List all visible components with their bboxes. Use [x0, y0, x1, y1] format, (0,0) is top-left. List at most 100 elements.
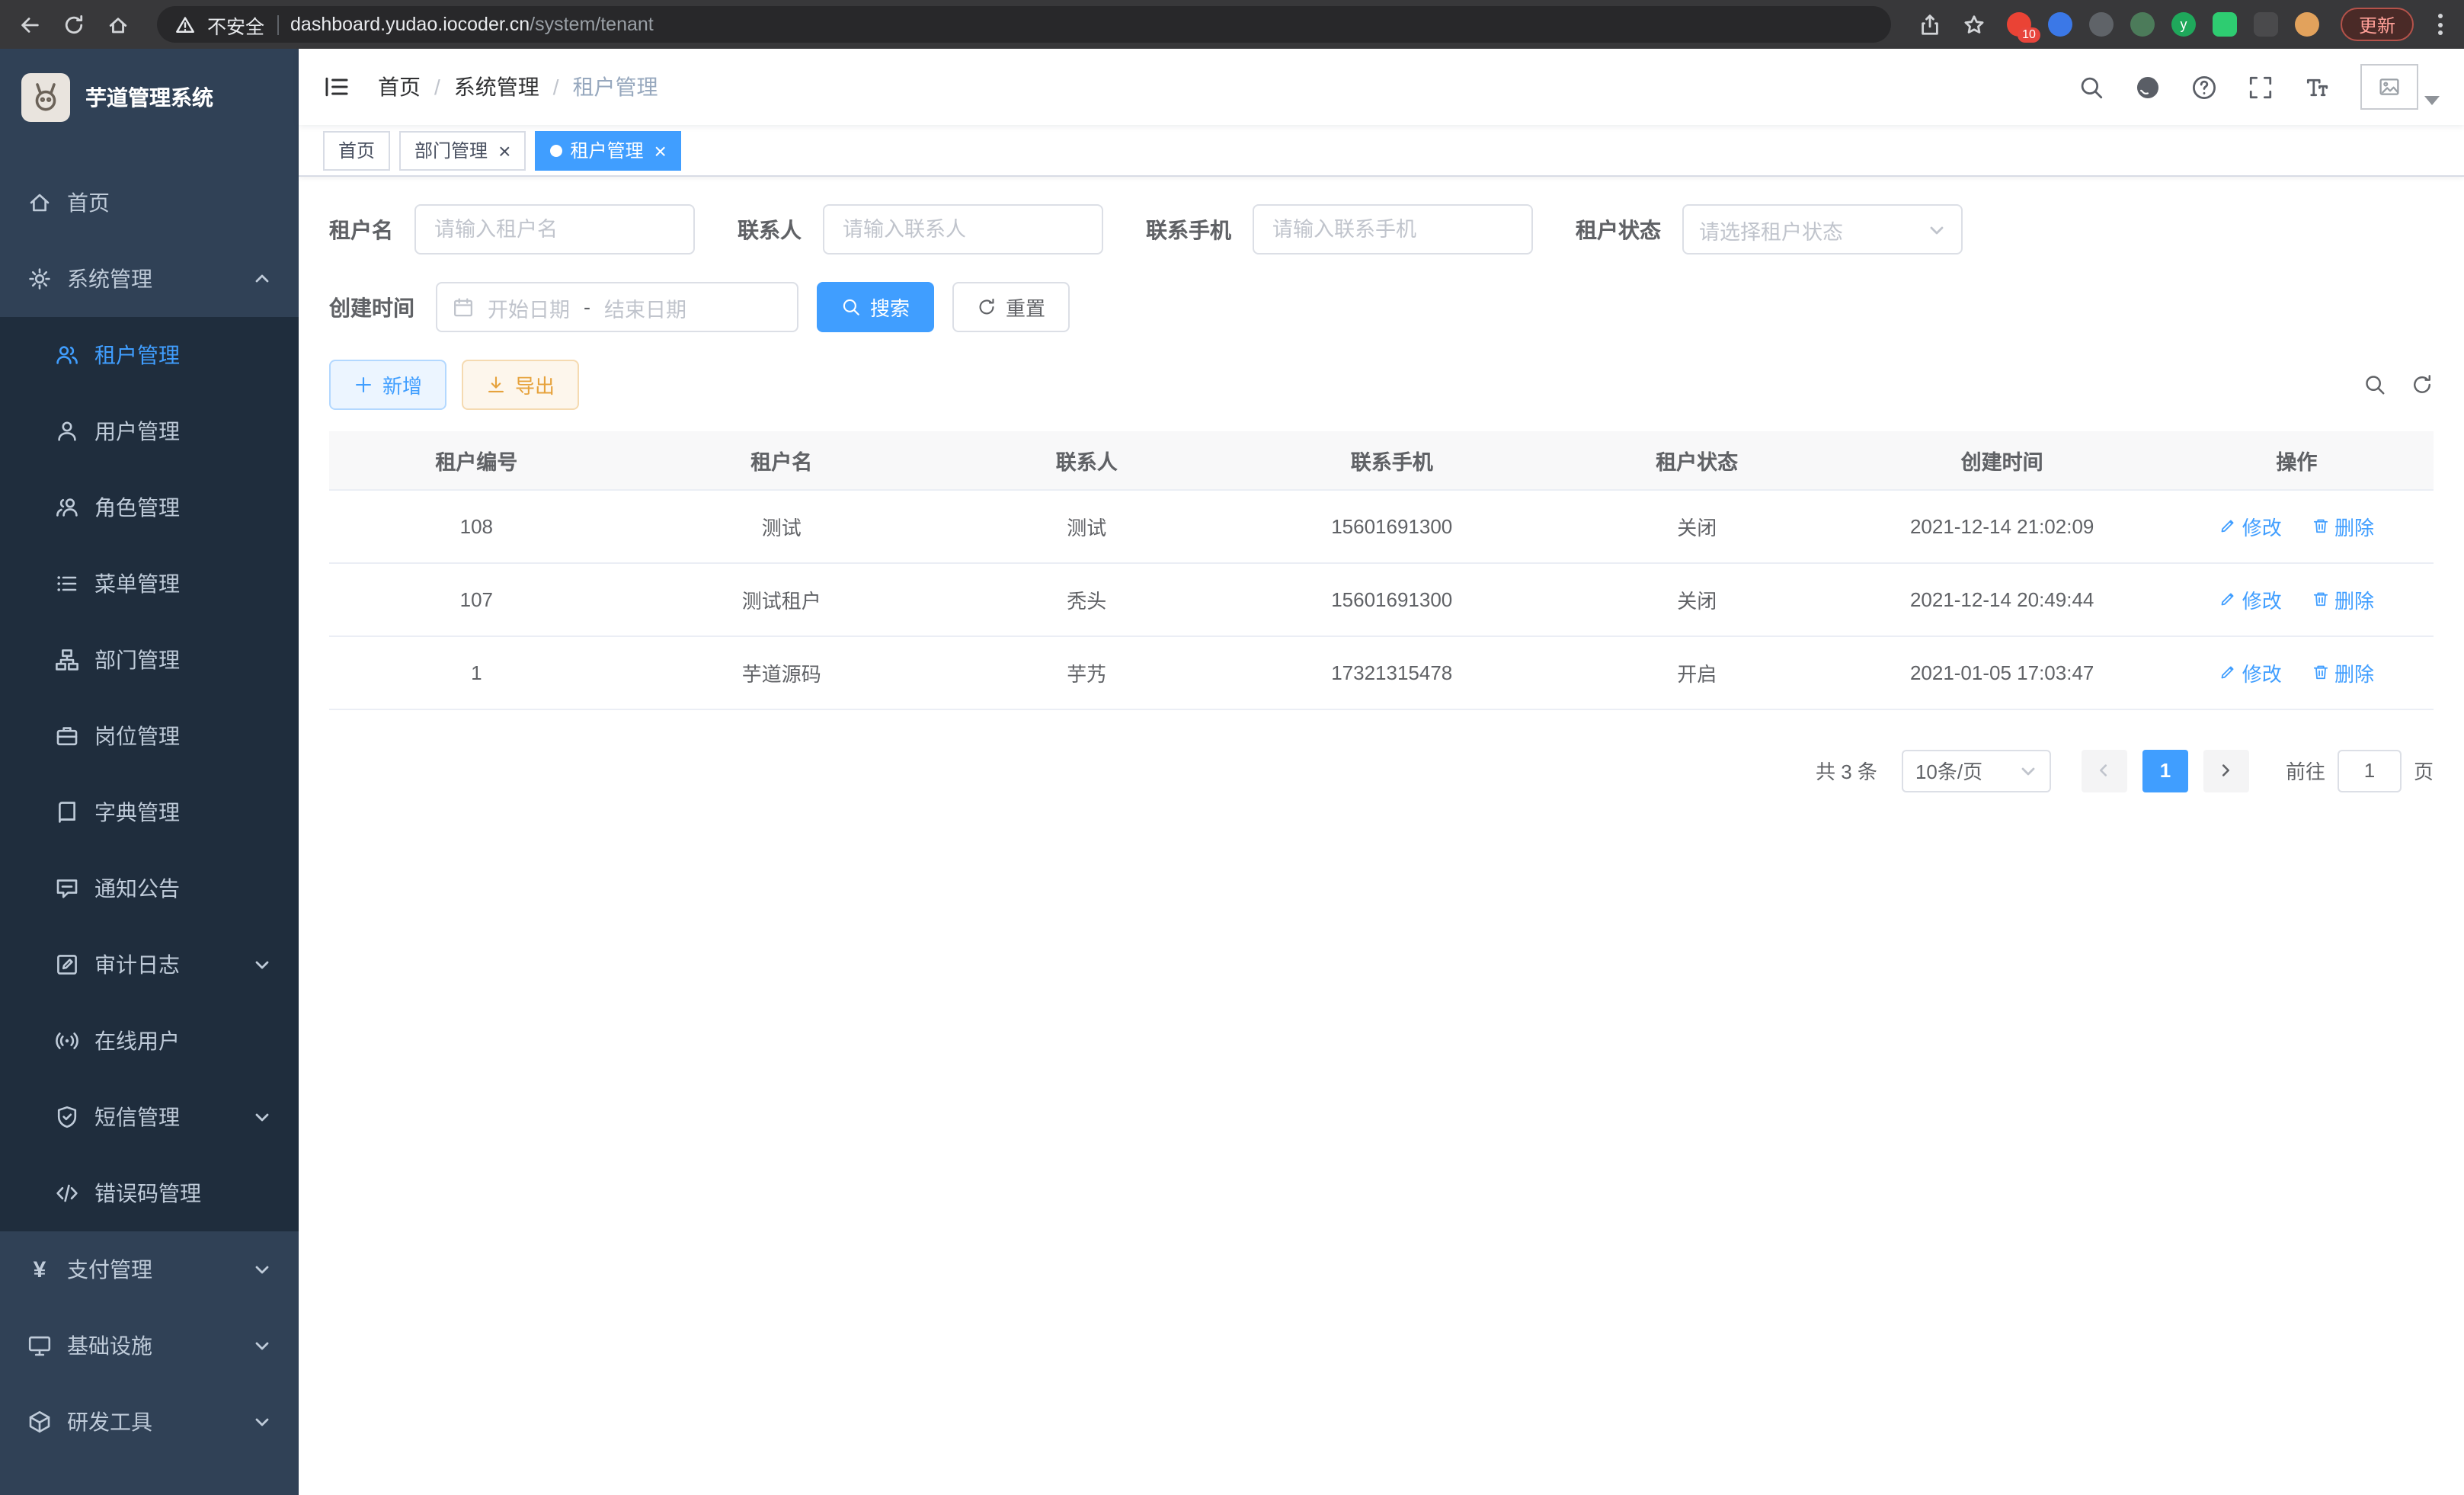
- goto-page-input[interactable]: [2338, 749, 2402, 792]
- tab-home[interactable]: 首页: [323, 130, 390, 170]
- profile-avatar[interactable]: [2295, 12, 2319, 37]
- sidebar-item-dict[interactable]: 字典管理: [0, 774, 299, 850]
- download-icon: [486, 375, 506, 395]
- user-icon: [55, 419, 79, 443]
- delete-button[interactable]: 删除: [2312, 584, 2374, 613]
- pencil-icon: [2219, 590, 2238, 608]
- current-page-button[interactable]: 1: [2142, 749, 2188, 792]
- col-actions: 操作: [2160, 431, 2434, 489]
- sidebar-collapse-icon[interactable]: [323, 73, 350, 101]
- breadcrumb-item-current: 租户管理: [573, 72, 658, 102]
- refresh-table-icon[interactable]: [2411, 373, 2434, 396]
- sidebar-item-sms[interactable]: 短信管理: [0, 1079, 299, 1155]
- breadcrumb-item[interactable]: 系统管理: [454, 72, 539, 102]
- warning-icon: [175, 14, 195, 34]
- font-size-icon[interactable]: [2304, 74, 2330, 100]
- puzzle-extension-icon[interactable]: [2254, 12, 2278, 37]
- help-icon[interactable]: [2191, 74, 2217, 100]
- chevron-down-icon: [253, 1413, 271, 1431]
- sidebar-item-infrastructure[interactable]: 基础设施: [0, 1308, 299, 1384]
- toggle-search-icon[interactable]: [2363, 373, 2386, 396]
- next-page-button[interactable]: [2203, 749, 2249, 792]
- url-path: /system/tenant: [530, 14, 654, 35]
- screen: 不安全 dashboard.yudao.iocoder.cn/system/te…: [0, 0, 2464, 1495]
- trash-icon: [2312, 663, 2330, 681]
- sidebar-item-menu[interactable]: 菜单管理: [0, 546, 299, 622]
- delete-button[interactable]: 删除: [2312, 511, 2374, 540]
- chevron-down-icon: [2019, 761, 2037, 780]
- tab-dept[interactable]: 部门管理 ×: [399, 130, 526, 170]
- sidebar-item-online-users[interactable]: 在线用户: [0, 1003, 299, 1079]
- sidebar-item-home[interactable]: 首页: [0, 165, 299, 241]
- delete-button[interactable]: 删除: [2312, 658, 2374, 687]
- extension-icon[interactable]: [2130, 12, 2155, 37]
- trash-icon: [2312, 517, 2330, 535]
- back-icon[interactable]: [18, 13, 41, 36]
- chrome-update-button[interactable]: 更新: [2341, 8, 2414, 41]
- extensions-row: 10 y: [2007, 12, 2319, 37]
- navbar-actions: [2078, 64, 2440, 110]
- sidebar-item-dev-tools[interactable]: 研发工具: [0, 1384, 299, 1460]
- chevron-up-icon: [253, 270, 271, 288]
- browser-menu-icon[interactable]: [2435, 14, 2446, 35]
- close-icon[interactable]: ×: [654, 139, 666, 161]
- reset-button[interactable]: 重置: [952, 282, 1070, 332]
- sidebar-item-role[interactable]: 角色管理: [0, 469, 299, 546]
- add-button[interactable]: 新增: [329, 360, 446, 410]
- search-icon[interactable]: [2078, 74, 2104, 100]
- extension-icon[interactable]: 10: [2007, 12, 2031, 37]
- edit-button[interactable]: 修改: [2219, 511, 2282, 540]
- date-range-picker[interactable]: 开始日期 - 结束日期: [436, 282, 798, 332]
- chevron-down-icon: [1928, 220, 1946, 238]
- search-button[interactable]: 搜索: [817, 282, 934, 332]
- tab-tenant[interactable]: 租户管理 ×: [535, 130, 681, 170]
- extension-icon[interactable]: [2048, 12, 2072, 37]
- github-icon[interactable]: [2135, 74, 2161, 100]
- status-select[interactable]: 请选择租户状态: [1682, 204, 1963, 255]
- pencil-icon: [2219, 663, 2238, 681]
- prev-page-button[interactable]: [2082, 749, 2127, 792]
- trash-icon: [2312, 590, 2330, 608]
- fullscreen-icon[interactable]: [2248, 74, 2274, 100]
- box-icon: [27, 1410, 52, 1434]
- export-button[interactable]: 导出: [462, 360, 579, 410]
- pagination-total: 共 3 条: [1816, 756, 1877, 785]
- sidebar-item-audit-log[interactable]: 审计日志: [0, 927, 299, 1003]
- extension-icon[interactable]: [2213, 12, 2237, 37]
- breadcrumb-item[interactable]: 首页: [378, 72, 421, 102]
- status-text: 关闭: [1550, 562, 1845, 635]
- page-content: 租户名 联系人 联系手机 租户状态 请选择租户状态: [299, 177, 2464, 1495]
- user-avatar[interactable]: [2360, 64, 2440, 110]
- sidebar-item-payment[interactable]: ¥ 支付管理: [0, 1231, 299, 1308]
- app-logo[interactable]: 芋道管理系统: [0, 49, 299, 146]
- sidebar-item-error-code[interactable]: 错误码管理: [0, 1155, 299, 1231]
- sidebar-item-user[interactable]: 用户管理: [0, 393, 299, 469]
- address-bar[interactable]: 不安全 dashboard.yudao.iocoder.cn/system/te…: [157, 6, 1891, 43]
- org-tree-icon: [55, 648, 79, 672]
- contact-input[interactable]: [823, 204, 1103, 255]
- close-icon[interactable]: ×: [498, 139, 510, 161]
- logo-image: [21, 73, 70, 122]
- goto-page: 前往 页: [2286, 749, 2434, 792]
- extension-icon[interactable]: [2089, 12, 2114, 37]
- bookmark-star-icon[interactable]: [1963, 13, 1986, 36]
- sidebar-item-tenant[interactable]: 租户管理: [0, 317, 299, 393]
- sidebar-item-notice[interactable]: 通知公告: [0, 850, 299, 927]
- edit-button[interactable]: 修改: [2219, 658, 2282, 687]
- page-size-select[interactable]: 10条/页: [1902, 749, 2051, 792]
- tenant-name-input[interactable]: [414, 204, 695, 255]
- phone-input[interactable]: [1253, 204, 1533, 255]
- sidebar-menu: 首页 系统管理 租户管理 用户管理 角色管理: [0, 146, 299, 1460]
- edit-button[interactable]: 修改: [2219, 584, 2282, 613]
- sidebar-item-post[interactable]: 岗位管理: [0, 698, 299, 774]
- table-row: 108 测试 测试 15601691300 关闭 2021-12-14 21:0…: [329, 489, 2434, 562]
- extension-icon[interactable]: y: [2171, 12, 2196, 37]
- start-date-placeholder: 开始日期: [488, 292, 570, 322]
- refresh-icon[interactable]: [62, 13, 85, 36]
- home-icon[interactable]: [107, 13, 130, 36]
- chevron-down-icon: [253, 1337, 271, 1355]
- tenant-icon: [55, 343, 79, 367]
- sidebar-item-dept[interactable]: 部门管理: [0, 622, 299, 698]
- share-icon[interactable]: [1918, 13, 1941, 36]
- sidebar-item-system[interactable]: 系统管理: [0, 241, 299, 317]
